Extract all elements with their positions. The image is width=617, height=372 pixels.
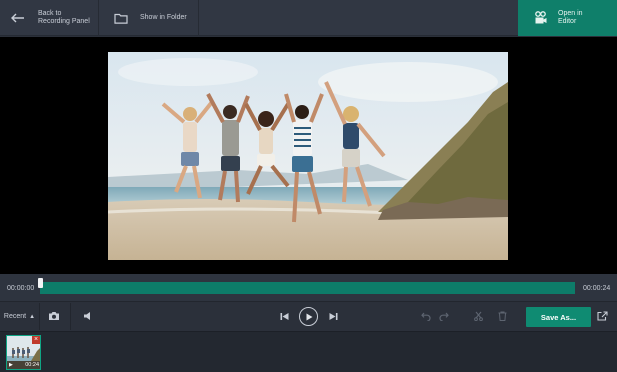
camera-icon <box>49 312 59 320</box>
divider <box>70 303 71 330</box>
recent-label: Recent <box>3 313 27 320</box>
show-in-folder-button[interactable]: Show in Folder <box>100 0 199 36</box>
close-icon: × <box>33 336 39 343</box>
undo-icon <box>421 312 431 321</box>
next-frame-button[interactable] <box>327 310 339 322</box>
share-icon <box>597 311 608 321</box>
beach-jump-photo <box>108 52 508 260</box>
show-in-folder-label: Show in Folder <box>140 14 187 21</box>
timeline-track[interactable] <box>40 282 575 294</box>
back-to-recording-panel-button[interactable]: Back to Recording Panel <box>0 0 99 36</box>
volume-button[interactable] <box>80 309 96 323</box>
play-button[interactable] <box>299 307 318 326</box>
film-editor-icon <box>535 11 547 24</box>
redo-button[interactable] <box>438 310 450 322</box>
snapshot-button[interactable] <box>46 309 62 323</box>
back-button-label: Back to Recording Panel <box>38 10 90 25</box>
thumbnail-play-icon: ▶ <box>9 362 13 368</box>
back-arrow-icon <box>11 13 24 23</box>
share-button[interactable] <box>596 310 609 322</box>
timeline: 00:00:00 00:00:24 <box>0 274 617 302</box>
delete-button[interactable] <box>496 310 508 322</box>
folder-icon <box>114 13 128 24</box>
current-time: 00:00:00 <box>7 285 35 292</box>
open-in-editor-label: Open in Editor <box>558 10 583 25</box>
total-duration: 00:00:24 <box>583 285 611 292</box>
scissors-icon <box>473 311 483 321</box>
playhead-handle[interactable] <box>38 278 43 288</box>
play-icon <box>306 313 312 320</box>
undo-button[interactable] <box>420 310 432 322</box>
skip-next-icon <box>329 312 337 320</box>
caret-up-icon: ▲ <box>29 313 36 320</box>
previous-frame-button[interactable] <box>278 310 290 322</box>
video-preview-area <box>0 37 617 274</box>
top-toolbar: Back to Recording Panel Show in Folder O… <box>0 0 617 36</box>
recent-recording-thumbnail[interactable]: × ▶ 00:24 <box>6 335 41 370</box>
playback-controls: Recent ▲ Save As... <box>0 303 617 330</box>
recent-dropdown[interactable]: Recent ▲ <box>0 303 40 330</box>
open-in-editor-button[interactable]: Open in Editor <box>518 0 617 36</box>
remove-recording-button[interactable]: × <box>32 336 40 344</box>
skip-previous-icon <box>280 312 288 320</box>
redo-icon <box>439 312 449 321</box>
video-frame[interactable] <box>108 52 508 260</box>
volume-icon <box>84 312 90 320</box>
save-as-button[interactable]: Save As... <box>526 307 591 327</box>
cut-button[interactable] <box>472 310 484 322</box>
trash-icon <box>498 311 506 321</box>
thumbnail-duration: 00:24 <box>25 362 39 368</box>
recent-recordings-strip: × ▶ 00:24 <box>0 331 617 372</box>
